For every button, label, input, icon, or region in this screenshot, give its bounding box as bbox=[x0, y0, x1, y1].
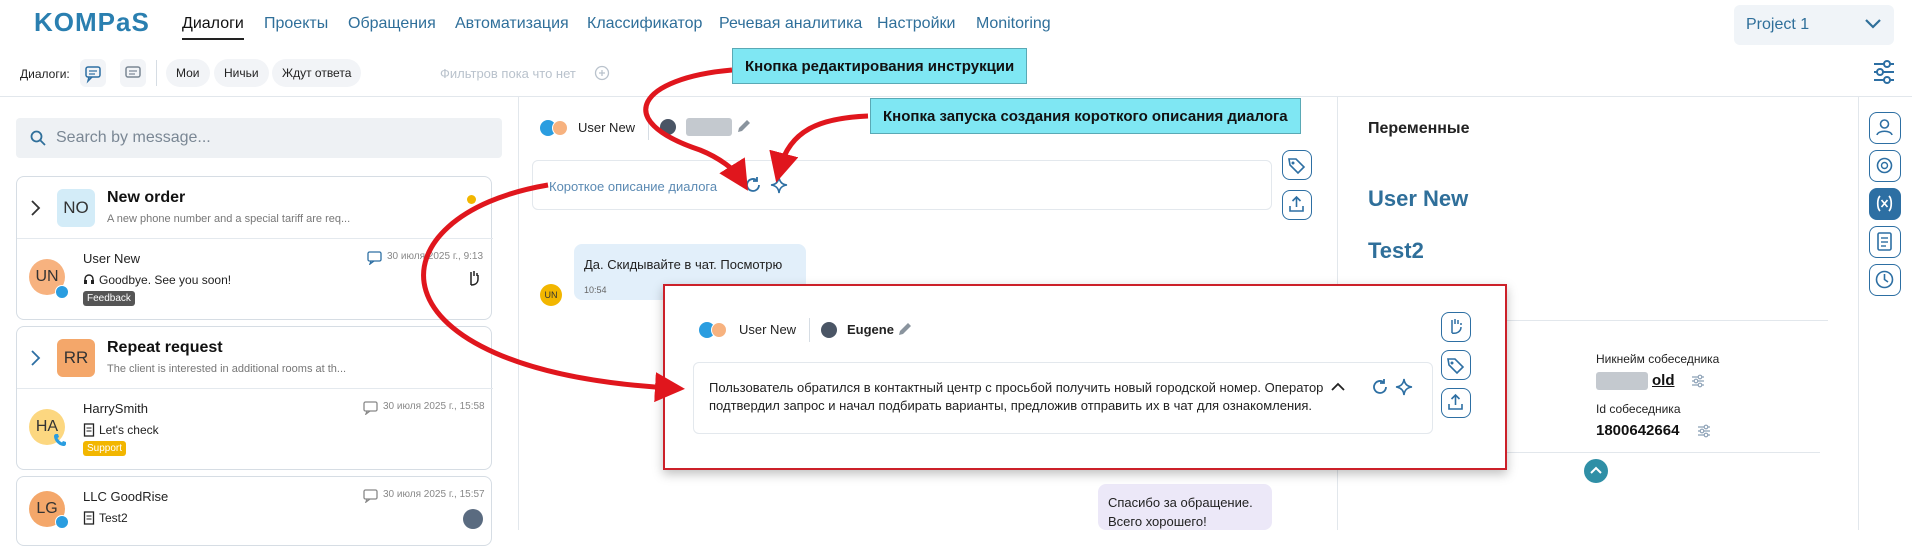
callout-create-summary: Кнопка запуска создания короткого описан… bbox=[870, 98, 1301, 134]
arrow bbox=[769, 113, 869, 183]
callout-edit-instruction: Кнопка редактирования инструкции bbox=[732, 48, 1028, 84]
arrow bbox=[421, 182, 685, 403]
arrow bbox=[643, 67, 748, 191]
